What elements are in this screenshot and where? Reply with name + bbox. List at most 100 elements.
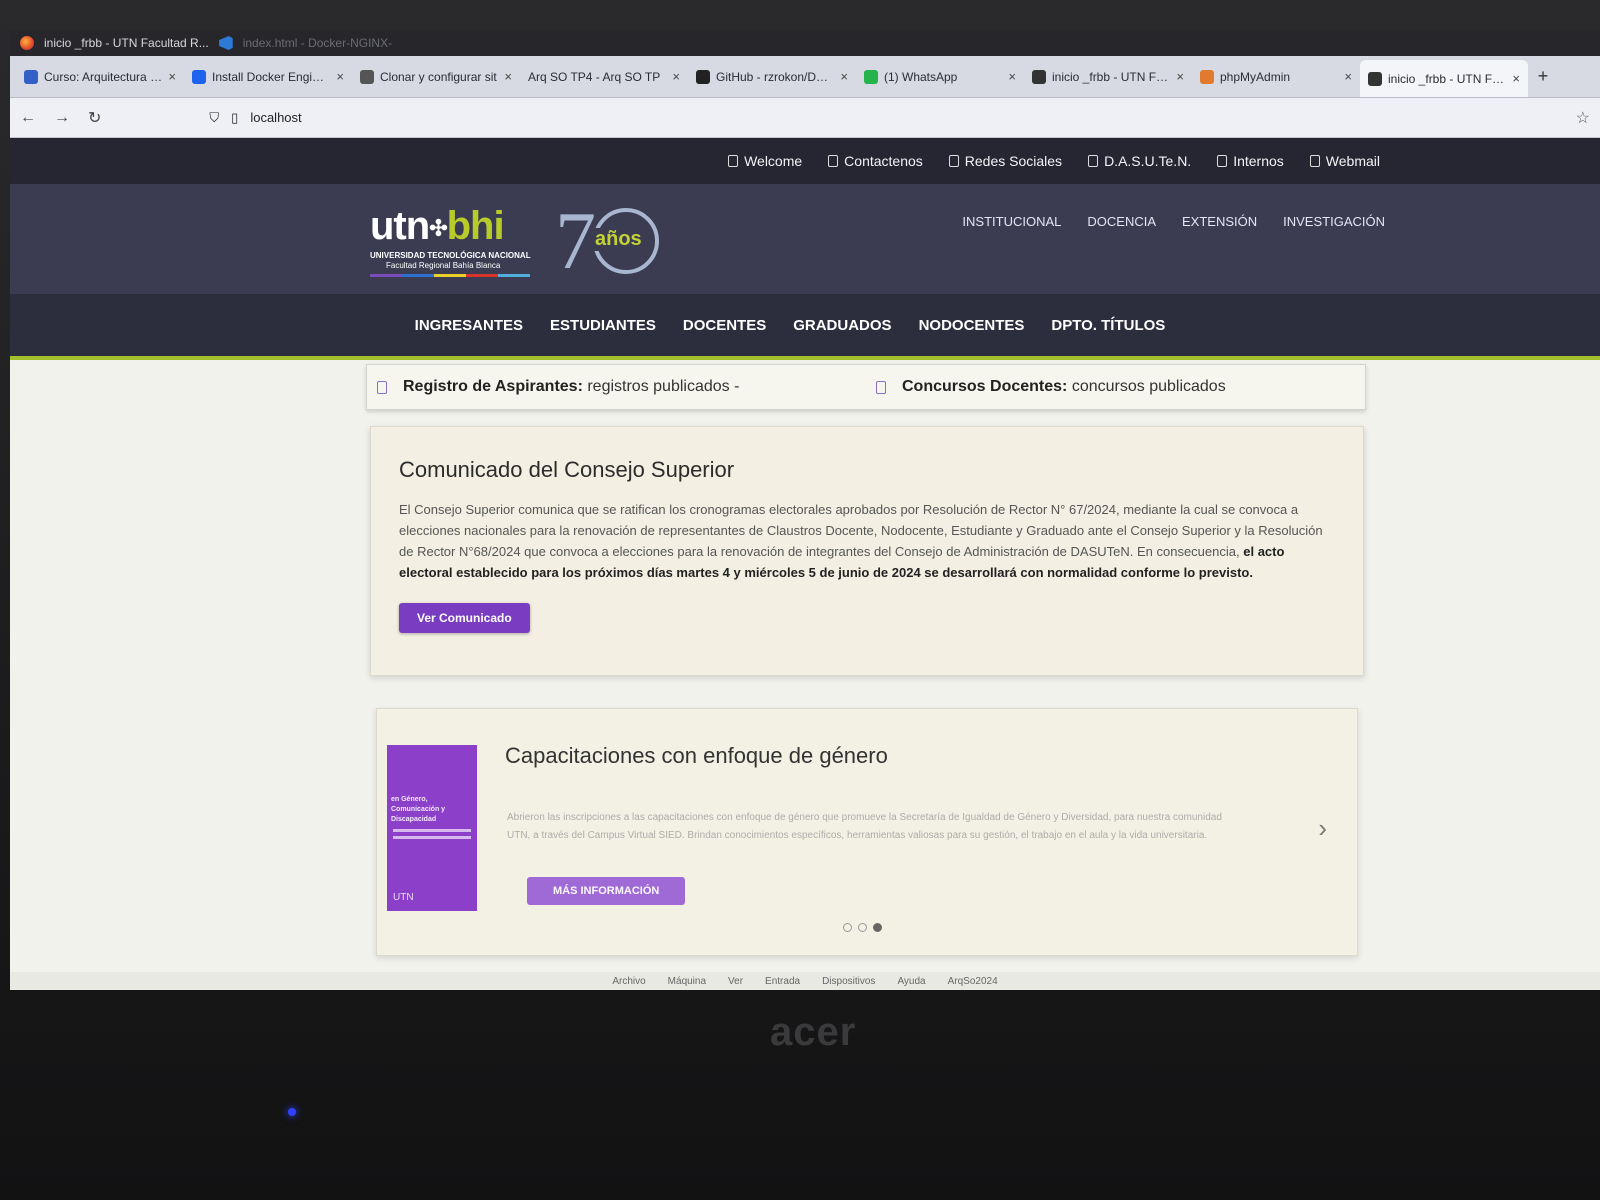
link-icon <box>728 155 739 167</box>
toplink-webmail[interactable]: Webmail <box>1309 153 1380 169</box>
ticker-text: concursos publicados <box>1071 378 1226 395</box>
tab-label: (1) WhatsApp <box>884 69 958 84</box>
slider-dots <box>843 923 882 932</box>
close-tab-icon[interactable]: × <box>1512 71 1520 86</box>
link-icon <box>948 155 959 167</box>
mainlink-docencia[interactable]: DOCENCIA <box>1087 214 1156 229</box>
menu-nodocentes[interactable]: NODOCENTES <box>919 317 1025 334</box>
mas-informacion-button[interactable]: MÁS INFORMACIÓN <box>527 877 686 905</box>
vm-menu-ver[interactable]: Ver <box>728 976 743 987</box>
close-tab-icon[interactable]: × <box>1176 69 1184 84</box>
badge-seven: 7 <box>555 195 596 286</box>
menu-graduados[interactable]: GRADUADOS <box>793 317 891 334</box>
seventy-years-badge: 7 años <box>555 195 673 286</box>
menu-dpto-titulos[interactable]: DPTO. TÍTULOS <box>1051 317 1165 334</box>
ticker-title: Registro de Aspirantes: <box>403 378 583 395</box>
logo-faculty-line: Facultad Regional Bahía Blanca <box>386 261 501 270</box>
utn-logo[interactable]: utn✣bhi UNIVERSIDAD TECNOLÓGICA NACIONAL… <box>370 204 531 277</box>
browser-tab-strip: Curso: Arquitectura y S × Install Docker E… <box>10 56 1600 98</box>
address-bar[interactable]: ⛉ ▯ localhost <box>209 110 1557 126</box>
browser-tab[interactable]: GitHub - rzrokon/Dock × <box>688 56 856 97</box>
link-icon <box>1217 155 1228 167</box>
slide-thumbnail[interactable]: en Género, Comunicación y Discapacidad U… <box>387 745 477 911</box>
thumb-text: en Género, Comunicación y Discapacidad <box>391 796 446 823</box>
chevron-right-icon[interactable]: › <box>1318 813 1327 844</box>
browser-tab[interactable]: inicio _frbb - UTN Facu × <box>1360 60 1528 97</box>
vm-menu-entrada[interactable]: Entrada <box>765 976 800 987</box>
browser-tab[interactable]: (1) WhatsApp × <box>856 56 1024 97</box>
page-icon: ▯ <box>231 109 239 125</box>
badge-anos: años <box>593 228 644 251</box>
shield-icon[interactable]: ⛉ <box>209 110 219 126</box>
menu-estudiantes[interactable]: ESTUDIANTES <box>550 317 656 334</box>
tab-label: Arq SO TP4 - Arq SO TP <box>528 69 661 84</box>
close-tab-icon[interactable]: × <box>672 69 680 84</box>
close-tab-icon[interactable]: × <box>168 69 176 84</box>
toplink-welcome[interactable]: Welcome <box>728 153 802 169</box>
browser-tab[interactable]: phpMyAdmin × <box>1192 56 1360 97</box>
close-tab-icon[interactable]: × <box>336 69 344 84</box>
slider-dot-active[interactable] <box>873 923 882 932</box>
link-icon <box>828 155 839 167</box>
main-links: INSTITUCIONAL DOCENCIA EXTENSIÓN INVESTI… <box>962 214 1385 229</box>
thumb-logo: UTN <box>393 892 414 903</box>
tab-label: Clonar y configurar sit <box>380 69 497 84</box>
docker-icon <box>192 69 206 84</box>
link-icon <box>1088 155 1099 167</box>
top-links-bar: Welcome Contactenos Redes Sociales D.A.S… <box>10 138 1600 184</box>
vm-menu-ayuda[interactable]: Ayuda <box>897 976 925 987</box>
whatsapp-icon <box>864 69 878 84</box>
close-tab-icon[interactable]: × <box>1344 69 1352 84</box>
browser-tab[interactable]: Arq SO TP4 - Arq SO TP × <box>520 56 688 97</box>
mainlink-extension[interactable]: EXTENSIÓN <box>1182 214 1257 229</box>
vm-menu-dispositivos[interactable]: Dispositivos <box>822 976 875 987</box>
close-tab-icon[interactable]: × <box>1008 69 1016 84</box>
toplink-contactenos[interactable]: Contactenos <box>828 153 923 169</box>
new-tab-button[interactable]: + <box>1528 56 1558 97</box>
mainlink-investigacion[interactable]: INVESTIGACIÓN <box>1283 214 1385 229</box>
phpmyadmin-icon <box>1200 69 1214 84</box>
github-icon <box>360 69 374 84</box>
slider-dot[interactable] <box>858 923 867 932</box>
slide-text: Abrieron las inscripciones a las capacit… <box>507 812 1222 841</box>
toplink-dasuten[interactable]: D.A.S.U.Te.N. <box>1088 153 1191 169</box>
thumb-line <box>393 829 471 832</box>
close-tab-icon[interactable]: × <box>840 69 848 84</box>
comunicado-card: Comunicado del Consejo Superior El Conse… <box>370 426 1364 676</box>
active-window-title[interactable]: inicio _frbb - UTN Facultad R... <box>44 36 209 50</box>
web-page: Welcome Contactenos Redes Sociales D.A.S… <box>10 138 1600 990</box>
news-ticker: Registro de Aspirantes: registros public… <box>366 364 1366 410</box>
ticker-title: Concursos Docentes: <box>902 378 1068 395</box>
back-icon[interactable]: ← <box>20 109 36 127</box>
toplink-internos[interactable]: Internos <box>1217 153 1284 169</box>
logo-emblem-icon: ✣ <box>429 215 447 241</box>
mainlink-institucional[interactable]: INSTITUCIONAL <box>962 214 1061 229</box>
menu-ingresantes[interactable]: INGRESANTES <box>415 317 523 334</box>
forward-icon[interactable]: → <box>54 109 70 127</box>
vm-menu-maquina[interactable]: Máquina <box>668 976 706 987</box>
github-icon <box>696 69 710 84</box>
vscode-window-title[interactable]: index.html - Docker-NGINX- <box>243 36 392 50</box>
utn-icon <box>1032 69 1046 84</box>
browser-tab[interactable]: Clonar y configurar sit × <box>352 56 520 97</box>
bookmark-star-icon[interactable]: ☆ <box>1576 108 1590 128</box>
vscode-icon <box>218 36 233 50</box>
toplink-redes-sociales[interactable]: Redes Sociales <box>948 153 1062 169</box>
menu-docentes[interactable]: DOCENTES <box>683 317 766 334</box>
ticker-registro[interactable]: Registro de Aspirantes: registros public… <box>367 378 866 396</box>
ver-comunicado-button[interactable]: Ver Comunicado <box>399 603 530 633</box>
url-text[interactable]: localhost <box>250 110 301 125</box>
vm-menu-archivo[interactable]: Archivo <box>612 976 645 987</box>
browser-tab[interactable]: inicio _frbb - UTN Facu × <box>1024 56 1192 97</box>
reload-icon[interactable]: ↻ <box>88 108 101 128</box>
close-tab-icon[interactable]: × <box>504 69 512 84</box>
browser-tab[interactable]: Install Docker Engine o × <box>184 56 352 97</box>
ticker-concursos[interactable]: Concursos Docentes: concursos publicados <box>866 378 1365 396</box>
slider-dot[interactable] <box>843 923 852 932</box>
audience-menu: INGRESANTES ESTUDIANTES DOCENTES GRADUAD… <box>10 294 1600 356</box>
vm-name: ArqSo2024 <box>947 975 998 987</box>
thumb-line <box>393 836 471 839</box>
browser-tab[interactable]: Curso: Arquitectura y S × <box>16 56 184 97</box>
document-icon <box>876 380 886 394</box>
utn-icon <box>1368 71 1382 86</box>
